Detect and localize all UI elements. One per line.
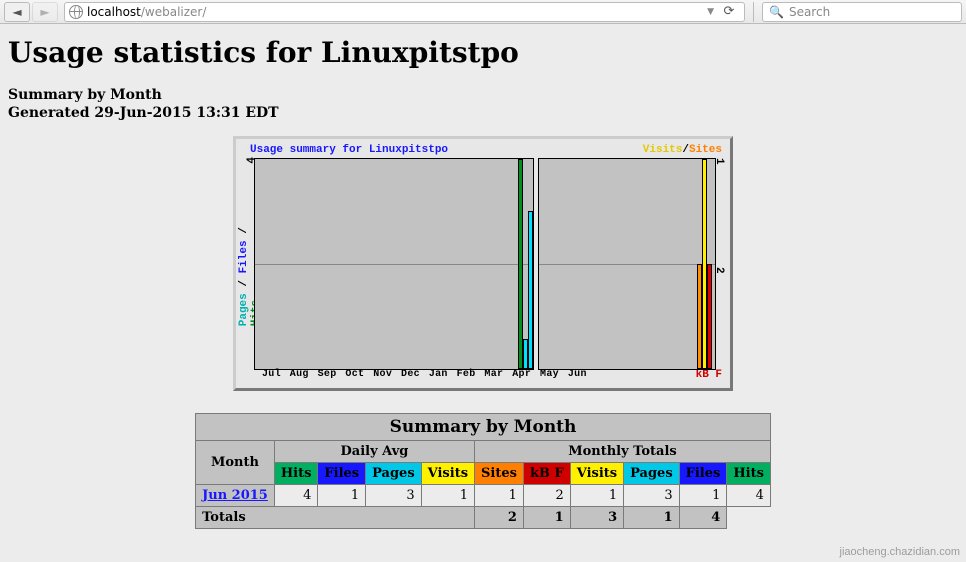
- month-header: Month: [196, 441, 275, 485]
- monthly-totals-header: Monthly Totals: [475, 441, 771, 463]
- month-link[interactable]: Jun 2015: [202, 488, 268, 503]
- chart-left-panel: [254, 158, 534, 370]
- col-visits-d: Visits: [421, 463, 474, 485]
- watermark: jiaocheng.chazidian.com: [840, 546, 960, 558]
- forward-button[interactable]: ►: [32, 2, 58, 22]
- generated-line: Generated 29-Jun-2015 13:31 EDT: [8, 105, 958, 123]
- col-hits-m: Hits: [727, 463, 771, 485]
- globe-icon: [69, 5, 83, 19]
- totals-label: Totals: [196, 507, 475, 529]
- chart-legend-right: Visits/Sites: [643, 144, 722, 156]
- summary-table-wrapper: Summary by Month Month Daily Avg Monthly…: [195, 413, 771, 529]
- table-row: Jun 2015 4 1 3 1 1 2 1 3 1 4: [196, 485, 771, 507]
- chart-x-axis: Jul Aug Sep Oct Nov Dec Jan Feb Mar Apr …: [262, 369, 587, 380]
- col-hits-d: Hits: [274, 463, 318, 485]
- reload-button[interactable]: ⟳: [718, 3, 740, 21]
- url-text: localhost/webalizer/: [87, 5, 206, 19]
- url-bar[interactable]: localhost/webalizer/ ▼ ⟳: [64, 2, 745, 22]
- search-icon: 🔍: [769, 5, 784, 19]
- back-button[interactable]: ◄: [4, 2, 30, 22]
- col-files-d: Files: [318, 463, 366, 485]
- page-title: Usage statistics for Linuxpitstpo: [8, 36, 958, 69]
- col-kbf-m: kB F: [523, 463, 570, 485]
- toolbar-divider: [753, 2, 754, 22]
- search-input[interactable]: 🔍 Search: [762, 2, 962, 22]
- col-pages-d: Pages: [366, 463, 422, 485]
- chart-right-panel: [538, 158, 716, 370]
- table-title: Summary by Month: [196, 414, 771, 441]
- col-files-m: Files: [679, 463, 727, 485]
- search-placeholder: Search: [789, 5, 830, 19]
- url-dropdown-icon[interactable]: ▼: [703, 7, 718, 17]
- col-sites-m: Sites: [475, 463, 524, 485]
- chart-legend-kbf: kB F: [696, 369, 722, 381]
- totals-row: Totals 2 1 3 1 4: [196, 507, 771, 529]
- bar-pages-jun: [528, 211, 533, 369]
- bar-kbf: [707, 264, 712, 369]
- daily-avg-header: Daily Avg: [274, 441, 474, 463]
- bar-hits-jun: [518, 159, 523, 369]
- col-pages-m: Pages: [624, 463, 680, 485]
- summary-table: Summary by Month Month Daily Avg Monthly…: [195, 413, 771, 529]
- usage-chart: Usage summary for Linuxpitstpo Visits/Si…: [233, 136, 733, 391]
- chart-title: Usage summary for Linuxpitstpo: [250, 144, 448, 156]
- col-visits-m: Visits: [570, 463, 623, 485]
- summary-label: Summary by Month: [8, 87, 958, 105]
